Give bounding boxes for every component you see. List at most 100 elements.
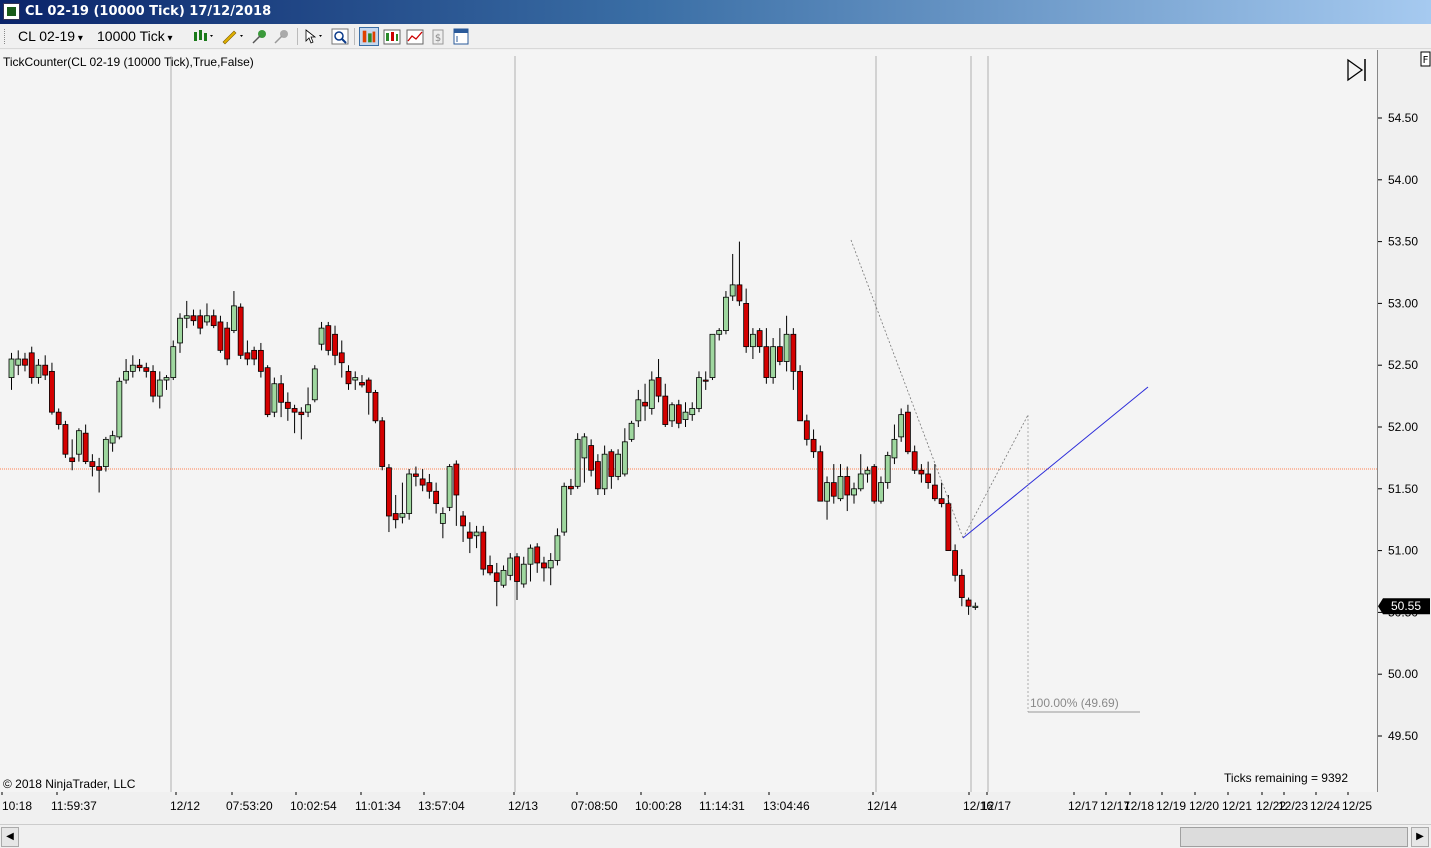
candle-body-up: [170, 346, 177, 378]
candle-body-down: [372, 391, 379, 422]
cursor-icon[interactable]: [302, 27, 328, 46]
properties-icon[interactable]: [451, 27, 471, 46]
candles: [8, 241, 979, 615]
candle-body-up: [231, 305, 237, 331]
price-tick-label: 51.50: [1388, 482, 1418, 496]
candle: [574, 433, 581, 489]
candle: [183, 300, 190, 329]
bar-type-icon[interactable]: [192, 27, 216, 46]
candle-body-down: [871, 466, 878, 502]
candle: [311, 365, 318, 403]
strategies-icon[interactable]: $: [428, 27, 448, 46]
price-tick-label: 53.50: [1388, 235, 1418, 249]
candle-body-up: [8, 358, 15, 378]
candle: [837, 464, 844, 502]
zigzag-line[interactable]: [962, 414, 1029, 539]
candle: [554, 528, 561, 566]
candle-body-down: [386, 467, 392, 517]
chart-trader-icon[interactable]: [382, 27, 402, 46]
time-tick-label: 12/19: [1156, 799, 1186, 813]
candle-body-up: [406, 473, 413, 514]
candle: [662, 383, 669, 427]
candle-body-up: [898, 414, 905, 438]
pin-icon[interactable]: [250, 27, 270, 46]
candle: [601, 445, 608, 495]
candle-body-down: [257, 349, 264, 372]
data-box-icon[interactable]: [359, 27, 379, 46]
candle: [581, 433, 588, 483]
candle-body-down: [608, 451, 615, 477]
trend-line[interactable]: [962, 386, 1149, 539]
candle: [905, 404, 911, 455]
candle: [675, 399, 682, 429]
price-chart-area[interactable]: TickCounter(CL 02-19 (10000 Tick),True,F…: [0, 50, 1378, 792]
candle-body-down: [251, 349, 258, 360]
zoom-icon[interactable]: [330, 27, 350, 46]
price-tick-label: 54.00: [1388, 173, 1418, 187]
candle-body-down: [82, 432, 89, 463]
drawing-tool-icon[interactable]: [220, 27, 246, 46]
price-axis[interactable]: F 54.50 54.00 53.50 53.00 52.50 52.00 51.50 51.…: [1378, 50, 1431, 792]
candle-body-up: [601, 453, 608, 490]
time-axis[interactable]: 10:18 11:59:37 12/12 07:53:20 10:02:54 11:01:…: [0, 792, 1378, 824]
candle-body-down: [965, 599, 972, 607]
candlestick-chart[interactable]: TickCounter(CL 02-19 (10000 Tick),True,F…: [0, 50, 1378, 792]
candle-body-down: [952, 550, 958, 576]
toolbar-grip-icon[interactable]: [4, 29, 7, 44]
price-tick: 50.00: [1378, 667, 1418, 681]
candle-body-up: [446, 466, 453, 508]
candle: [386, 464, 392, 533]
title-bar: CL 02-19 (10000 Tick) 17/12/2018: [0, 0, 1431, 24]
candle-body-up: [554, 535, 561, 561]
candle: [527, 544, 534, 582]
time-tick-label: 10:00:28: [635, 799, 682, 813]
indicator-label: TickCounter(CL 02-19 (10000 Tick),True,F…: [3, 55, 254, 69]
scroll-to-end-icon[interactable]: [1347, 58, 1366, 82]
candle: [972, 602, 979, 610]
candle-body-up: [109, 435, 116, 444]
candle: [817, 445, 824, 502]
time-tick-label: 12/21: [1222, 799, 1252, 813]
copyright-text: © 2018 NinjaTrader, LLC: [3, 777, 136, 791]
candle-body-up: [628, 422, 635, 440]
candle-body-down: [298, 411, 305, 416]
scrollbar-thumb[interactable]: [1180, 827, 1408, 847]
time-tick: 07:53:20: [226, 792, 273, 813]
candle-body-down: [830, 482, 837, 497]
candle-body-up: [581, 436, 588, 459]
candle-body-down: [925, 473, 932, 484]
candle-body-up: [851, 488, 857, 496]
candle: [446, 464, 453, 512]
candle: [28, 346, 35, 384]
candle-body-up: [507, 557, 514, 576]
candle: [453, 460, 460, 526]
scroll-left-icon[interactable]: ◀: [1, 827, 19, 847]
candle-body-down: [776, 346, 783, 362]
candle: [655, 359, 662, 403]
candle-body-down: [143, 367, 150, 372]
candle: [82, 424, 89, 465]
candle: [689, 402, 696, 421]
indicators-icon[interactable]: [405, 27, 425, 46]
unpin-icon[interactable]: [272, 27, 292, 46]
candle: [305, 387, 311, 418]
candle: [419, 469, 426, 492]
horizontal-scrollbar[interactable]: ◀ ▶: [0, 824, 1431, 848]
interval-selector[interactable]: 10000 Tick: [97, 27, 173, 46]
scroll-right-icon[interactable]: ▶: [1411, 827, 1429, 847]
candle-body-down: [911, 451, 918, 471]
time-tick-label: 11:59:37: [51, 799, 97, 813]
instrument-selector[interactable]: CL 02-19: [18, 27, 83, 46]
time-tick-label: 12/17: [981, 799, 1011, 813]
last-price-value: 50.55: [1391, 599, 1421, 613]
candle-body-up: [271, 383, 278, 413]
candle: [830, 464, 837, 504]
price-tick: 49.50: [1378, 729, 1418, 743]
candle-body-down: [790, 333, 797, 372]
time-tick: 12/17: [1068, 792, 1098, 813]
time-tick: 13:57:04: [418, 792, 465, 813]
zigzag-line[interactable]: [850, 239, 964, 539]
candle: [770, 338, 777, 384]
candle: [824, 476, 830, 520]
candle: [318, 321, 325, 351]
